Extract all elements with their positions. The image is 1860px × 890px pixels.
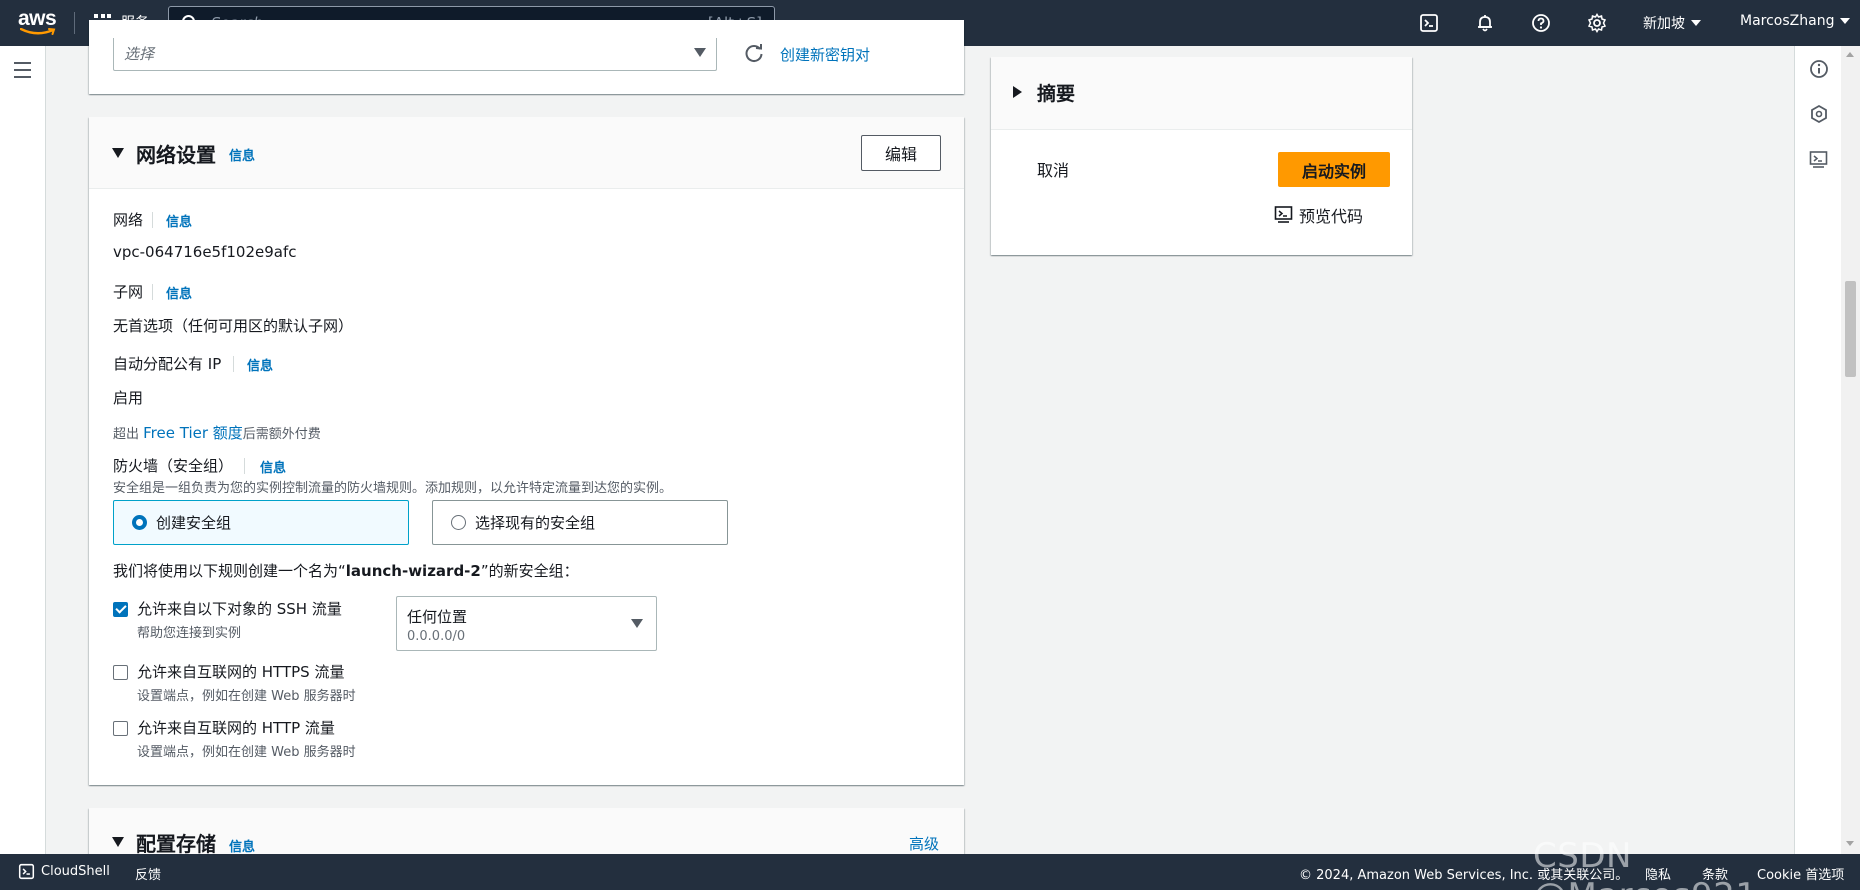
cloudshell-icon[interactable] [18, 863, 35, 884]
radio-button[interactable] [451, 515, 466, 530]
ssh-rule-label: 允许来自以下对象的 SSH 流量 [137, 600, 342, 618]
menu-icon[interactable] [14, 62, 31, 83]
https-rule-description: 设置端点，例如在创建 Web 服务器时 [137, 689, 356, 704]
ssh-source-cidr: 0.0.0.0/0 [407, 629, 466, 644]
security-group-notice: 我们将使用以下规则创建一个名为“launch-wizard-2”的新安全组： [113, 560, 579, 581]
storage-info-link[interactable]: 信息 [229, 836, 255, 855]
nav-divider [74, 12, 75, 34]
key-pair-panel: 选择 创建新密钥对 [89, 20, 964, 94]
https-rule-label: 允许来自互联网的 HTTPS 流量 [137, 663, 345, 681]
http-rule-description: 设置端点，例如在创建 Web 服务器时 [137, 745, 356, 760]
create-key-pair-link[interactable]: 创建新密钥对 [780, 44, 870, 65]
code-preview-icon[interactable] [1809, 150, 1829, 170]
hexagon-icon[interactable] [1809, 104, 1829, 124]
ssh-rule-checkbox[interactable] [113, 602, 128, 617]
network-settings-title: 网络设置 [136, 143, 216, 167]
security-group-name: launch-wizard-2 [345, 562, 481, 580]
cancel-button[interactable]: 取消 [1037, 157, 1069, 181]
caret-down-icon[interactable] [112, 148, 124, 158]
public-ip-value: 启用 [113, 389, 144, 407]
network-value: vpc-064716e5f102e9afc [113, 243, 297, 261]
network-settings-header[interactable]: 网络设置 信息 编辑 [89, 117, 964, 189]
advanced-link[interactable]: 高级 [909, 833, 939, 854]
aws-logo-text: aws [18, 7, 57, 30]
cloudshell-icon[interactable] [1418, 12, 1440, 34]
network-info-link[interactable]: 信息 [166, 211, 192, 230]
user-label: MarcosZhang [1740, 13, 1835, 29]
chevron-down-icon [1691, 20, 1701, 26]
ssh-source-value: 任何位置 [407, 608, 468, 626]
info-icon[interactable] [1809, 59, 1829, 79]
create-security-group-option[interactable]: 创建安全组 [113, 500, 409, 545]
subnet-info-link[interactable]: 信息 [166, 283, 192, 302]
key-pair-placeholder: 选择 [124, 45, 155, 63]
region-selector[interactable]: 新加坡 [1643, 13, 1701, 33]
subnet-label: 子网 [113, 283, 144, 301]
free-tier-prefix: 超出 [113, 427, 144, 442]
label-divider [152, 284, 153, 300]
help-icon[interactable] [1530, 12, 1552, 34]
watermark: CSDN @Marcos921 [1533, 836, 1757, 890]
create-security-group-label: 创建安全组 [156, 514, 232, 532]
https-rule-checkbox[interactable] [113, 665, 128, 680]
configure-storage-title: 配置存储 [136, 832, 216, 856]
right-rail [1794, 46, 1841, 854]
scroll-thumb[interactable] [1845, 281, 1856, 377]
caret-down-icon [694, 48, 706, 57]
free-tier-link[interactable]: Free Tier 额度 [143, 424, 243, 442]
radio-button[interactable] [132, 515, 147, 530]
public-ip-info-link[interactable]: 信息 [247, 355, 273, 374]
gear-icon[interactable] [1586, 12, 1608, 34]
free-tier-note: 超出 Free Tier 额度后需额外付费 [113, 422, 321, 443]
refresh-icon[interactable] [743, 42, 765, 64]
label-divider [244, 458, 245, 474]
code-preview-icon [1274, 206, 1293, 223]
key-pair-select[interactable]: 选择 [113, 38, 717, 71]
ssh-source-select[interactable]: 任何位置 0.0.0.0/0 [396, 596, 657, 651]
preview-code-label: 预览代码 [1299, 207, 1364, 226]
notice-suffix: ”的新安全组： [480, 562, 579, 580]
firewall-info-link[interactable]: 信息 [260, 457, 286, 476]
region-label: 新加坡 [1643, 16, 1685, 32]
left-rail [0, 46, 46, 854]
label-divider [233, 356, 234, 372]
free-tier-suffix: 后需额外付费 [242, 427, 321, 442]
cloudshell-link[interactable]: CloudShell [41, 864, 110, 879]
scroll-up-icon[interactable] [1846, 52, 1854, 57]
public-ip-label: 自动分配公有 IP [113, 355, 222, 373]
summary-title: 摘要 [1037, 83, 1076, 105]
chevron-down-icon [1840, 18, 1851, 24]
summary-panel: 摘要 取消 启动实例 预览代码 [991, 57, 1412, 255]
http-rule-label: 允许来自互联网的 HTTP 流量 [137, 719, 335, 737]
firewall-label: 防火墙（安全组） [113, 457, 234, 475]
network-label: 网络 [113, 211, 144, 229]
edit-button[interactable]: 编辑 [861, 135, 941, 171]
bell-icon[interactable] [1474, 12, 1496, 34]
info-link[interactable]: 信息 [229, 145, 255, 164]
aws-logo[interactable]: aws [18, 8, 58, 38]
network-settings-panel: 网络设置 信息 编辑 网络 信息 vpc-064716e5f102e9afc 子… [89, 117, 964, 785]
existing-security-group-option[interactable]: 选择现有的安全组 [432, 500, 728, 545]
account-menu[interactable]: MarcosZhang [1740, 13, 1851, 29]
feedback-link[interactable]: 反馈 [135, 864, 161, 883]
label-divider [152, 212, 153, 228]
summary-header[interactable]: 摘要 [991, 57, 1412, 130]
ssh-rule-description: 帮助您连接到实例 [137, 626, 242, 641]
launch-instance-button[interactable]: 启动实例 [1278, 152, 1390, 187]
existing-security-group-label: 选择现有的安全组 [475, 514, 596, 532]
aws-smile-icon [20, 28, 56, 35]
caret-down-icon[interactable] [112, 837, 124, 847]
notice-prefix: 我们将使用以下规则创建一个名为“ [113, 562, 346, 580]
http-rule-checkbox[interactable] [113, 721, 128, 736]
page-scrollbar[interactable] [1841, 46, 1860, 854]
caret-right-icon[interactable] [1013, 86, 1022, 98]
caret-down-icon [631, 619, 643, 628]
firewall-description: 安全组是一组负责为您的实例控制流量的防火墙规则。添加规则，以允许特定流量到达您的… [113, 481, 673, 496]
subnet-value: 无首选项（任何可用区的默认子网） [113, 317, 354, 335]
preview-code-button[interactable]: 预览代码 [1274, 203, 1363, 227]
